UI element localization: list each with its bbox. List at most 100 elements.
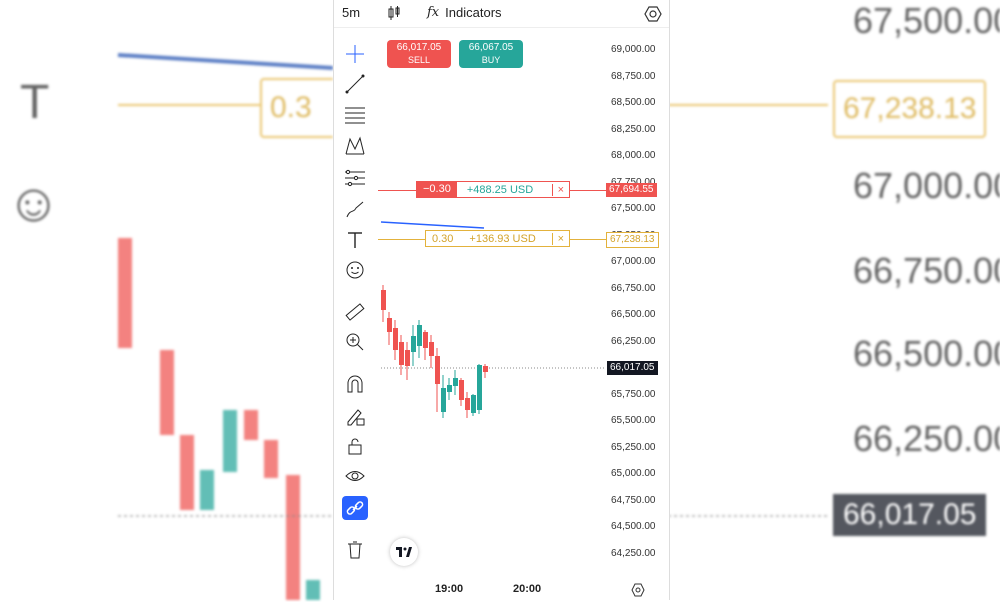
chart-screen: 5m fx Indicators 66,017.05 SELL 66,067.0…	[333, 0, 670, 600]
price-axis-label: 67,500.00	[611, 203, 656, 214]
candle-body	[399, 342, 404, 365]
eye-icon	[345, 471, 365, 481]
price-axis-label: 64,750.00	[611, 494, 656, 506]
chart-type-button[interactable]	[386, 5, 402, 21]
emoji-icon	[346, 261, 364, 279]
text-tool[interactable]	[342, 228, 368, 252]
fib-icon	[345, 107, 365, 124]
link-icon	[346, 501, 364, 515]
background-tool-text: T	[20, 76, 50, 129]
price-axis-label: 69,000.00	[611, 44, 656, 55]
candle-body	[381, 290, 386, 310]
emoji-tool[interactable]	[342, 258, 368, 282]
price-axis-label: 66,750.00	[611, 282, 656, 294]
settings-icon	[631, 583, 645, 597]
brush-tool[interactable]	[342, 198, 368, 222]
background-price-label: 66,250.00	[853, 418, 1000, 459]
drawing-toolbar	[334, 36, 378, 576]
text-icon	[348, 232, 362, 248]
price-axis-label: 66,250.00	[611, 335, 656, 347]
crosshair-tool[interactable]	[342, 42, 368, 66]
background-price-label: 67,500.00	[853, 0, 1000, 41]
fib-tool[interactable]	[342, 102, 368, 126]
link-tool[interactable]	[342, 496, 368, 520]
long-position[interactable]: 0.30 +136.93 USD ×	[425, 230, 570, 247]
price-axis-label: 66,500.00	[611, 309, 656, 320]
candle-body	[477, 365, 482, 410]
zoom-icon	[346, 333, 364, 351]
short-close-icon[interactable]: ×	[551, 183, 569, 196]
time-label: 19:00	[435, 583, 464, 595]
price-axis-label: 68,750.00	[611, 70, 656, 82]
price-axis-label: 64,500.00	[611, 521, 656, 532]
hide-tool[interactable]	[342, 464, 368, 488]
short-position[interactable]: −0.30 +488.25 USD ×	[416, 181, 570, 198]
unlock-tool[interactable]	[342, 434, 368, 458]
settings-button[interactable]	[644, 5, 662, 23]
background-right-box: 67,238.13	[833, 80, 987, 138]
fx-icon: fx	[427, 5, 440, 20]
magnet-tool[interactable]	[342, 372, 368, 396]
time-label: 20:00	[513, 583, 542, 595]
lock-draw-icon	[347, 409, 365, 426]
ruler-tool[interactable]	[342, 300, 368, 324]
brush-icon	[346, 201, 364, 218]
indicators-button[interactable]: fx Indicators	[427, 5, 502, 20]
ruler-icon	[345, 303, 365, 321]
price-axis-label: 68,500.00	[611, 97, 656, 108]
candlestick-chart[interactable]	[378, 30, 650, 590]
price-axis-label: 67,000.00	[611, 256, 656, 267]
top-bar: 5m fx Indicators	[334, 0, 669, 28]
trend-line[interactable]	[380, 221, 485, 229]
candle-body	[393, 328, 398, 350]
trend-line-icon	[345, 74, 365, 94]
price-axis-label: 65,500.00	[611, 415, 656, 426]
indicators-label: Indicators	[445, 5, 502, 20]
candle-body	[471, 395, 476, 413]
price-axis-label: 68,000.00	[611, 150, 656, 161]
candle-body	[435, 356, 440, 384]
crosshair-icon	[346, 45, 364, 63]
lock-drawings-tool[interactable]	[342, 404, 368, 428]
pattern-tool[interactable]	[342, 134, 368, 158]
gann-icon	[345, 169, 365, 187]
long-pnl: +136.93 USD	[469, 232, 536, 245]
delete-tool[interactable]	[342, 538, 368, 562]
gann-tool[interactable]	[342, 166, 368, 190]
settings-icon	[644, 6, 662, 22]
long-close-icon[interactable]: ×	[551, 232, 569, 245]
candle-body	[417, 325, 422, 346]
price-axis-label: 65,000.00	[611, 468, 656, 479]
candle-body	[405, 350, 410, 366]
short-price-tag: 67,694.55	[606, 183, 657, 197]
candle-body	[423, 332, 428, 348]
background-tool-emoji: ☺	[6, 173, 62, 233]
price-axis-label: 65,750.00	[611, 388, 656, 400]
tradingview-logo	[390, 538, 418, 566]
timeframe-button[interactable]: 5m	[342, 5, 360, 20]
candle-body	[387, 318, 392, 332]
magnet-icon	[347, 375, 363, 393]
price-axis-label: 65,250.00	[611, 441, 656, 453]
candle-body	[411, 336, 416, 352]
background-position-box: 0.3	[260, 78, 333, 138]
candle-body	[429, 342, 434, 356]
candles-icon	[388, 6, 400, 20]
short-qty: −0.30	[417, 182, 457, 197]
candle-body	[483, 366, 488, 372]
axis-settings-button[interactable]	[631, 583, 645, 602]
price-axis-label: 68,250.00	[611, 123, 656, 135]
candle-body	[441, 388, 446, 412]
candle-body	[459, 380, 464, 400]
unlock-icon	[348, 438, 362, 455]
zoom-tool[interactable]	[342, 330, 368, 354]
price-axis-label: 64,250.00	[611, 547, 656, 559]
trash-icon	[348, 541, 362, 559]
trend-line-tool[interactable]	[342, 72, 368, 96]
pattern-icon	[345, 136, 365, 155]
background-right: 67,238.13 67,500.00 67,000.00 66,750.00 …	[668, 0, 1000, 600]
background-left: 0.3 T ☺	[0, 0, 333, 600]
candle-body	[465, 398, 470, 410]
background-current-price: 66,017.05	[833, 494, 987, 536]
background-price-label: 67,000.00	[853, 165, 1000, 206]
